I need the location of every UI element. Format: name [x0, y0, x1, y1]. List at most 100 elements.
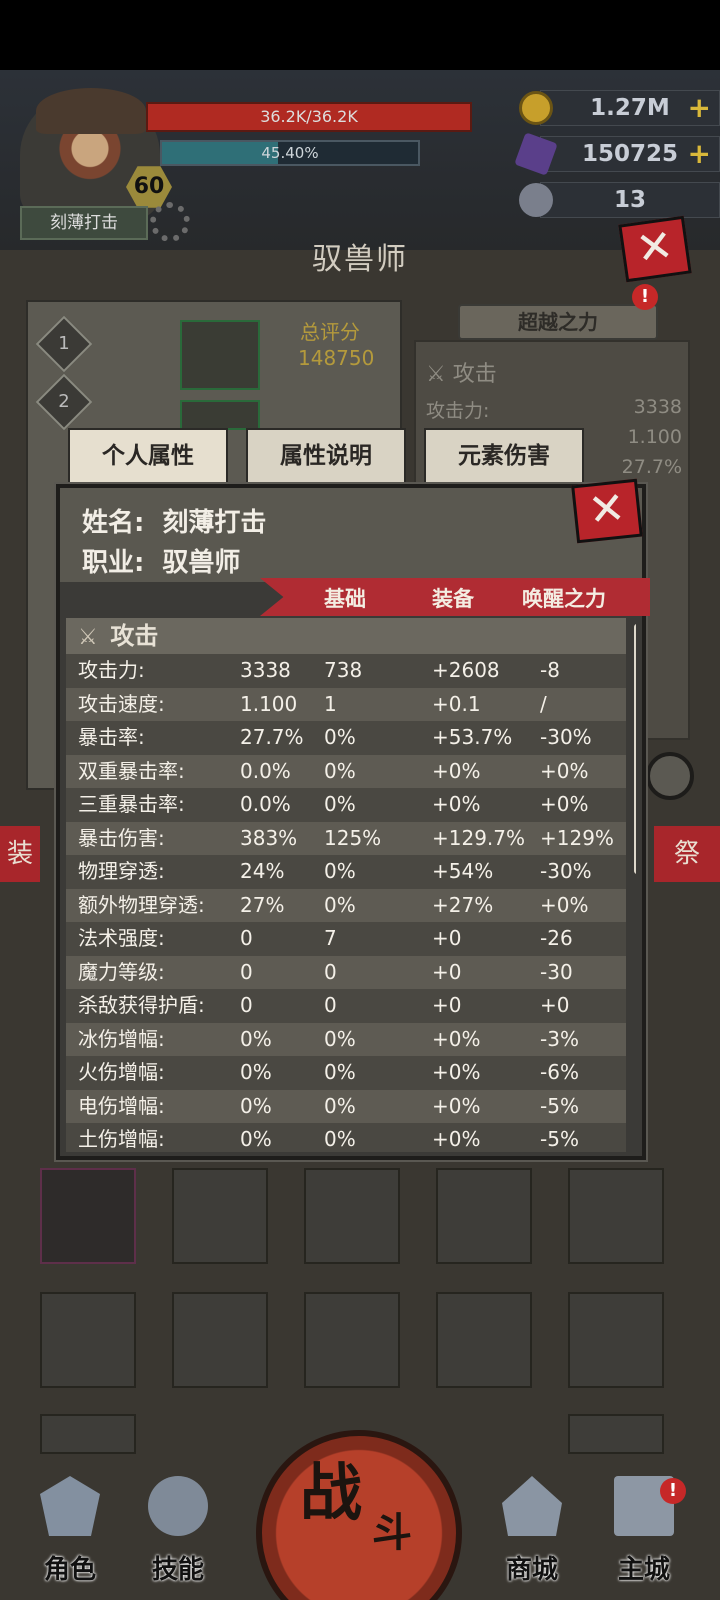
gold-counter: 1.27M + [519, 90, 720, 126]
stat-awaken: +0% [540, 792, 589, 816]
add-gold-icon[interactable]: + [688, 91, 711, 125]
stat-name: 双重暴击率: [78, 758, 185, 783]
stat-name: 魔力等级: [78, 959, 165, 984]
stat-base: 0% [324, 1060, 356, 1084]
inventory-slot[interactable] [436, 1292, 532, 1388]
stat-equip: +0 [432, 993, 462, 1017]
stat-awaken: / [540, 691, 547, 716]
attribute-row: 冰伤增幅: 0% 0% +0% -3% [66, 1022, 626, 1056]
inventory-slot[interactable] [568, 1168, 664, 1264]
nav-shop-button[interactable]: 商城 [480, 1476, 584, 1586]
inventory-slot[interactable] [172, 1292, 268, 1388]
name-label: 姓名: [82, 508, 145, 538]
stat-awaken: -3% [540, 1026, 579, 1051]
city-alert-badge: ! [660, 1478, 686, 1504]
stat-base: 738 [324, 658, 363, 682]
inventory-slot[interactable] [40, 1292, 136, 1388]
stat-base: 0% [324, 1093, 356, 1118]
attribute-row: 杀敌获得护盾: 0 0 +0 +0 [66, 989, 626, 1023]
stat-base: 0% [324, 892, 356, 917]
stat-base: 0% [324, 1127, 356, 1151]
swirl-icon [148, 1476, 208, 1536]
stat-base: 0 [324, 959, 337, 984]
gear-icon[interactable] [150, 202, 190, 242]
stat-base: 0 [324, 993, 337, 1017]
panel-close-button[interactable]: ✕ [618, 215, 692, 283]
ram-skull-icon [519, 183, 553, 217]
stat-awaken: +129% [540, 825, 614, 850]
hp-text: 36.2K/36.2K [260, 107, 358, 126]
stat-name: 攻击力: [78, 658, 145, 682]
hp-bar: 36.2K/36.2K [146, 102, 472, 132]
search-icon[interactable] [646, 752, 694, 800]
stat-total: 27% [240, 892, 285, 917]
inventory-slot[interactable] [304, 1168, 400, 1264]
surpass-power-button[interactable]: 超越之力 [458, 304, 658, 340]
attribute-row: 攻击速度: 1.100 1 +0.1 / [66, 687, 626, 721]
crossed-swords-icon: ⚔ [78, 625, 98, 650]
stat-equip: +53.7% [432, 725, 513, 749]
inventory-slot-item[interactable] [40, 1168, 136, 1264]
equipment-slot[interactable] [180, 400, 260, 430]
stat-name: 法术强度: [78, 926, 165, 950]
tab-personal-attributes[interactable]: 个人属性 [68, 428, 228, 484]
stat-name: 额外物理穿透: [78, 892, 205, 917]
equipment-slot[interactable] [180, 320, 260, 390]
gold-value: 1.27M [590, 95, 670, 121]
stat-base: 0% [324, 758, 356, 783]
attribute-row: 魔力等级: 0 0 +0 -30 [66, 955, 626, 989]
nav-shop-label: 商城 [505, 1555, 558, 1585]
score-value: 148750 [298, 346, 375, 370]
bg-stat-row: 攻击力: 3338 [426, 396, 682, 422]
stat-base: 125% [324, 825, 382, 850]
stat-equip: +54% [432, 859, 494, 883]
helmet-icon [40, 1476, 100, 1536]
inventory-slot[interactable] [172, 1168, 268, 1264]
stat-name: 火伤增幅: [78, 1060, 165, 1084]
attribute-row: 电伤增幅: 0% 0% +0% -5% [66, 1089, 626, 1123]
stat-name: 暴击率: [78, 725, 145, 749]
xp-bar: 45.40% [160, 140, 420, 166]
stat-equip: +0% [432, 1093, 481, 1118]
gold-coin-icon [519, 91, 553, 125]
stat-name: 物理穿透: [78, 859, 165, 883]
add-gem-icon[interactable]: + [688, 137, 711, 171]
panel-title: 驭兽师 [312, 242, 408, 277]
nav-skill-button[interactable]: 技能 [126, 1476, 230, 1586]
tab-element-damage[interactable]: 元素伤害 [424, 428, 584, 484]
col-header-equip: 装备 [432, 587, 474, 611]
stat-awaken: -30% [540, 725, 592, 749]
col-header-awaken: 唤醒之力 [522, 587, 606, 611]
stat-equip: +129.7% [432, 825, 526, 850]
attribute-row: 额外物理穿透: 27% 0% +27% +0% [66, 888, 626, 922]
inventory-slot[interactable] [568, 1292, 664, 1388]
stat-awaken: +0 [540, 993, 570, 1017]
equip-side-tab[interactable]: 装 [0, 826, 40, 882]
stat-total: 0% [240, 1093, 272, 1118]
stat-total: 0% [240, 1127, 272, 1151]
stat-equip: +0 [432, 926, 462, 950]
attribute-table[interactable]: ⚔ 攻击 攻击力: 3338 738 +2608 -8 攻击速度: 1.100 1 +0.1 / 暴… [66, 618, 636, 1152]
attack-section-header: ⚔ 攻击 [66, 618, 626, 654]
inventory-slot[interactable] [304, 1292, 400, 1388]
attribute-row: 暴击伤害: 383% 125% +129.7% +129% [66, 821, 626, 855]
inventory-slot[interactable] [436, 1168, 532, 1264]
nav-role-button[interactable]: 角色 [18, 1476, 122, 1586]
status-bar [0, 0, 720, 70]
attribute-row: 物理穿透: 24% 0% +54% -30% [66, 855, 626, 889]
stat-total: 0% [240, 1026, 272, 1051]
stat-awaken: -26 [540, 926, 573, 950]
scrollbar[interactable] [634, 624, 636, 874]
tab-attribute-explanation[interactable]: 属性说明 [246, 428, 406, 484]
stat-equip: +0% [432, 792, 481, 816]
xp-text: 45.40% [261, 144, 319, 162]
battle-label-main: 战 [300, 1456, 363, 1529]
stat-total: 0% [240, 1060, 272, 1084]
shop-roof-icon [502, 1476, 562, 1536]
attack-section-title: 攻击 [110, 622, 159, 650]
score-label: 总评分 [300, 320, 360, 344]
altar-side-tab[interactable]: 祭 [654, 826, 720, 882]
stat-awaken: -6% [540, 1060, 579, 1084]
stat-total: 0.0% [240, 758, 291, 783]
dialog-close-button[interactable]: ✕ [571, 478, 643, 544]
